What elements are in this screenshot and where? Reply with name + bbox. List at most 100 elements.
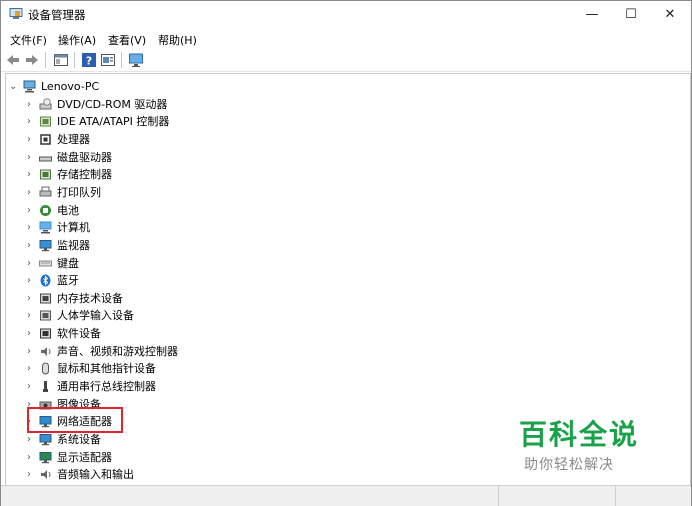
battery-icon	[40, 204, 51, 216]
system-device-icon	[39, 434, 52, 446]
menu-file[interactable]: 文件(F)	[10, 32, 47, 48]
tree-item[interactable]: › 电池	[6, 202, 686, 219]
expand-chevron-icon[interactable]: ›	[25, 96, 33, 113]
speaker-icon	[41, 346, 51, 356]
expand-chevron-icon[interactable]: ›	[25, 290, 33, 307]
display-adapter-icon	[39, 451, 52, 463]
tree-item-label: 蓝牙	[57, 274, 79, 288]
tree-item[interactable]: › 蓝牙	[6, 272, 686, 289]
toolbar: ?	[1, 49, 691, 72]
tree-item-label: 声音、视频和游戏控制器	[57, 344, 178, 358]
tree-item[interactable]: › 内存技术设备	[6, 290, 686, 307]
computer-icon	[39, 221, 52, 234]
watermark-title: 百科全说	[519, 418, 640, 451]
tree-item[interactable]: › 键盘	[6, 255, 686, 272]
expand-chevron-icon[interactable]: ›	[25, 202, 33, 219]
menu-bar: 文件(F) 操作(A) 查看(V) 帮助(H)	[1, 29, 691, 49]
tree-item-label: 鼠标和其他指针设备	[57, 362, 156, 376]
tree-item-label: 电池	[57, 203, 79, 217]
minimize-button[interactable]: —	[573, 1, 611, 29]
tree-item[interactable]: › 存储控制器	[6, 166, 686, 183]
forward-arrow-icon[interactable]	[24, 52, 40, 68]
computer-icon	[23, 80, 36, 93]
tree-item-label: 计算机	[57, 221, 90, 235]
tree-item[interactable]: › 打印队列	[6, 184, 686, 201]
tree-item[interactable]: › 声音、视频和游戏控制器	[6, 343, 686, 360]
device-manager-window: 设备管理器 — ☐ ✕ 文件(F) 操作(A) 查看(V) 帮助(H) ? ⌄ …	[0, 0, 692, 506]
tree-item-label: 内存技术设备	[57, 291, 123, 305]
tree-item-label: 显示适配器	[57, 450, 112, 464]
expand-chevron-icon[interactable]: ›	[25, 449, 33, 466]
tree-item-label: 软件设备	[57, 327, 101, 341]
tree-item[interactable]: › 监视器	[6, 237, 686, 254]
tree-item[interactable]: › 人体学输入设备	[6, 307, 686, 324]
tree-item-label: 打印队列	[57, 185, 101, 199]
svg-text:?: ?	[86, 55, 92, 68]
tree-root-lenovo-pc[interactable]: ⌄ Lenovo-PC	[6, 78, 686, 95]
tree-item[interactable]: › 磁盘驱动器	[6, 149, 686, 166]
expand-chevron-icon[interactable]: ›	[25, 307, 33, 324]
tree-item-label: 系统设备	[57, 433, 101, 446]
tree-item-label: 监视器	[57, 238, 90, 252]
expand-chevron-icon[interactable]: ›	[25, 255, 33, 272]
menu-view[interactable]: 查看(V)	[108, 32, 146, 48]
tree-item-label: 存储控制器	[57, 168, 112, 182]
tree-item-label: 人体学输入设备	[57, 309, 134, 323]
tree-item[interactable]: › IDE ATA/ATAPI 控制器	[6, 113, 686, 130]
expand-chevron-icon[interactable]: ›	[25, 360, 33, 377]
details-icon[interactable]	[100, 52, 116, 68]
tree-item-label: 键盘	[57, 256, 79, 270]
status-segment	[498, 486, 499, 506]
hid-icon	[40, 310, 51, 321]
menu-help[interactable]: 帮助(H)	[158, 32, 197, 48]
monitor-icon[interactable]	[128, 52, 144, 68]
watermark-subtitle: 助你轻松解决	[524, 457, 614, 473]
tree-item-label: 处理器	[57, 132, 90, 146]
highlight-box	[27, 407, 123, 433]
expand-chevron-icon[interactable]: ›	[25, 113, 33, 130]
close-button[interactable]: ✕	[651, 1, 689, 29]
title-bar: 设备管理器 — ☐ ✕	[1, 1, 691, 29]
expand-chevron-icon[interactable]: ›	[25, 219, 33, 236]
expand-chevron-icon[interactable]: ›	[25, 325, 33, 342]
expand-chevron-icon[interactable]: ›	[25, 343, 33, 360]
tree-item[interactable]: › 处理器	[6, 131, 686, 148]
expand-chevron-icon[interactable]: ›	[25, 237, 33, 254]
tree-item-label: 通用串行总线控制器	[57, 380, 156, 394]
expand-chevron-icon[interactable]: ›	[25, 272, 33, 289]
monitor-icon	[39, 239, 52, 252]
expand-chevron-icon[interactable]: ›	[25, 166, 33, 183]
maximize-button[interactable]: ☐	[612, 1, 650, 29]
ide-controller-icon	[40, 116, 51, 127]
tree-item[interactable]: › 计算机	[6, 219, 686, 236]
tree-item[interactable]: › 软件设备	[6, 325, 686, 342]
menu-action[interactable]: 操作(A)	[58, 32, 96, 48]
tree-item-label: IDE ATA/ATAPI 控制器	[57, 115, 170, 129]
mouse-icon	[42, 362, 49, 375]
expand-chevron-icon[interactable]: ›	[25, 131, 33, 148]
tree-item-label: 磁盘驱动器	[57, 150, 112, 164]
collapse-chevron-icon[interactable]: ⌄	[9, 78, 17, 95]
printer-icon	[39, 186, 52, 197]
expand-chevron-icon[interactable]: ›	[25, 184, 33, 201]
toolbar-separator	[74, 52, 75, 68]
properties-icon[interactable]	[53, 52, 69, 68]
back-arrow-icon[interactable]	[5, 52, 21, 68]
expand-chevron-icon[interactable]: ›	[25, 149, 33, 166]
expand-chevron-icon[interactable]: ›	[25, 466, 33, 483]
disk-drive-icon	[39, 156, 52, 162]
help-icon[interactable]: ?	[81, 52, 97, 68]
usb-icon	[43, 381, 48, 393]
expand-chevron-icon[interactable]: ›	[25, 431, 33, 448]
device-manager-icon	[9, 8, 23, 19]
toolbar-separator	[45, 52, 46, 68]
memory-device-icon	[40, 293, 51, 304]
software-device-icon	[40, 328, 51, 339]
storage-controller-icon	[40, 169, 51, 180]
tree-item[interactable]: › 鼠标和其他指针设备	[6, 360, 686, 377]
tree-item[interactable]: › 通用串行总线控制器	[6, 378, 686, 395]
toolbar-separator	[121, 52, 122, 68]
audio-io-icon	[41, 470, 51, 480]
tree-item[interactable]: › DVD/CD-ROM 驱动器	[6, 96, 686, 113]
expand-chevron-icon[interactable]: ›	[25, 378, 33, 395]
